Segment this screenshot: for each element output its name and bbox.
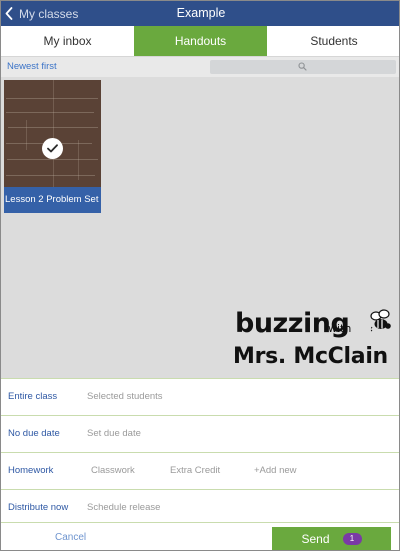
due-date-selected[interactable]: No due date — [8, 416, 60, 451]
watermark-logo: buzzing with Mrs. McClain — [233, 309, 393, 379]
tab-bar: My inbox Handouts Students — [1, 26, 399, 57]
bee-icon — [370, 309, 391, 333]
send-label: Send — [301, 531, 330, 546]
back-button[interactable]: My classes — [5, 1, 78, 26]
cancel-button[interactable]: Cancel — [55, 523, 86, 550]
category-option-classwork[interactable]: Classwork — [91, 453, 135, 488]
checkmark-icon — [47, 144, 58, 153]
filter-bar: Newest first — [1, 57, 399, 78]
sort-selector[interactable]: Newest first — [7, 57, 57, 77]
send-count-badge: 1 — [342, 532, 362, 545]
app-window: My classes Example My inbox Handouts Stu… — [0, 0, 400, 551]
tab-handouts[interactable]: Handouts — [134, 26, 267, 56]
send-button[interactable]: Send 1 — [272, 527, 391, 550]
navigation-bar: My classes Example — [1, 1, 399, 26]
category-add-new[interactable]: +Add new — [254, 453, 297, 488]
handout-thumbnail — [4, 80, 101, 187]
recipients-row: Entire class Selected students — [1, 378, 399, 415]
selected-indicator — [42, 138, 63, 159]
logo-name: Mrs. McClain — [233, 344, 388, 369]
release-selected[interactable]: Distribute now — [8, 490, 68, 525]
logo-word-with: with — [328, 322, 352, 335]
release-option-schedule[interactable]: Schedule release — [87, 490, 160, 525]
recipients-option-selected-students[interactable]: Selected students — [87, 379, 163, 414]
handouts-grid: Lesson 2 Problem Set buzzing with Mrs. M… — [1, 78, 399, 379]
due-date-option-set[interactable]: Set due date — [87, 416, 141, 451]
tab-my-inbox[interactable]: My inbox — [1, 26, 134, 56]
category-option-extra-credit[interactable]: Extra Credit — [170, 453, 220, 488]
search-input[interactable] — [210, 60, 396, 74]
chevron-left-icon — [5, 7, 13, 20]
category-selected[interactable]: Homework — [8, 453, 53, 488]
back-label: My classes — [19, 6, 79, 21]
handout-title: Lesson 2 Problem Set — [4, 187, 101, 213]
tab-students[interactable]: Students — [267, 26, 399, 56]
handout-card[interactable]: Lesson 2 Problem Set — [4, 80, 101, 213]
category-row: Homework Classwork Extra Credit +Add new — [1, 452, 399, 489]
recipients-selected[interactable]: Entire class — [8, 379, 57, 414]
due-date-row: No due date Set due date — [1, 415, 399, 452]
search-icon — [298, 62, 307, 71]
release-row: Distribute now Schedule release — [1, 489, 399, 525]
footer-bar: Cancel Send 1 — [1, 522, 399, 550]
